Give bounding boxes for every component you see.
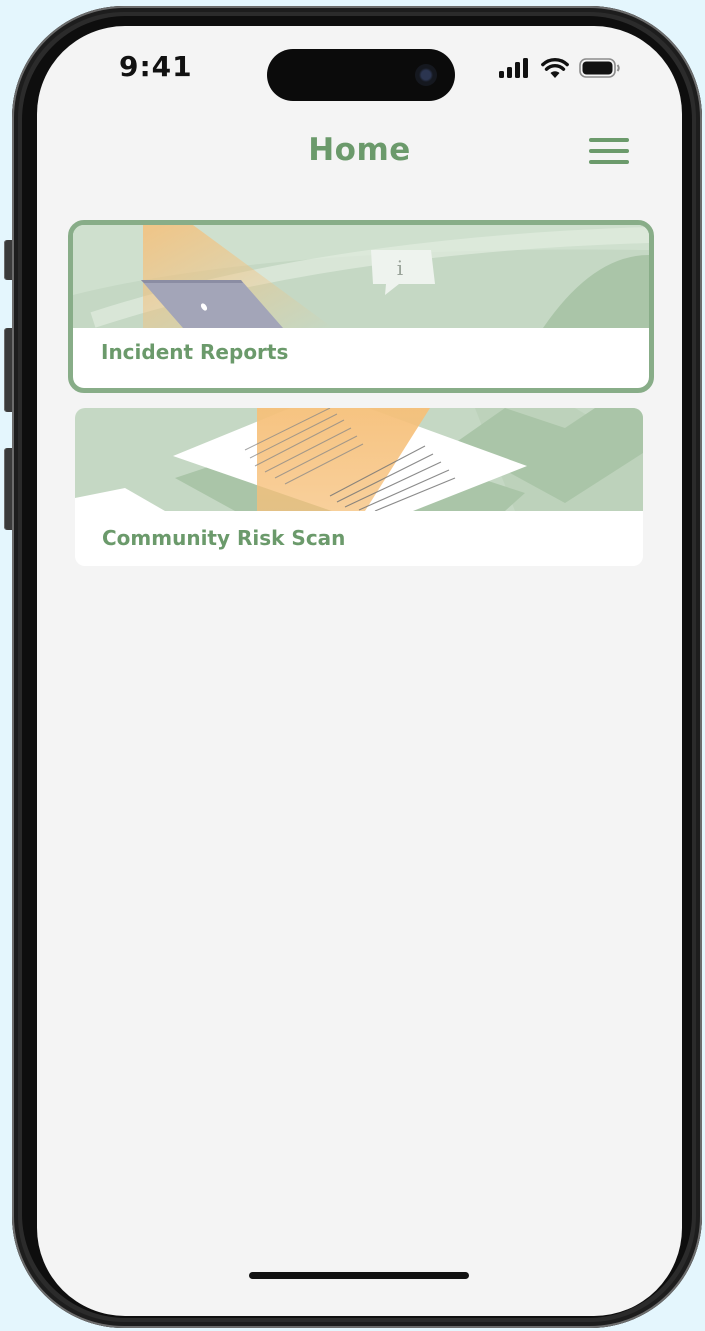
card-label: Incident Reports (101, 340, 289, 364)
svg-text:i: i (397, 256, 403, 280)
document-scan-illustration (75, 408, 643, 511)
card-label: Community Risk Scan (102, 526, 346, 550)
dynamic-island (267, 49, 455, 101)
laptop-info-bubble-illustration: i (73, 225, 649, 328)
cellular-signal-icon (499, 58, 528, 78)
home-indicator[interactable] (249, 1272, 469, 1279)
wifi-icon (541, 57, 569, 78)
device-mockup: 9:41 Home i Incident Reports Community R… (0, 0, 705, 1331)
page-title: Home (308, 132, 411, 168)
status-time: 9:41 (119, 50, 193, 83)
front-camera-icon (415, 64, 437, 86)
community-risk-scan-card[interactable]: Community Risk Scan (75, 408, 643, 566)
status-icons (499, 56, 621, 80)
battery-icon (579, 58, 620, 78)
incident-reports-card[interactable]: i Incident Reports (68, 220, 654, 393)
app-screen: 9:41 Home i Incident Reports Community R… (37, 26, 682, 1316)
hamburger-menu-icon[interactable] (587, 138, 631, 168)
